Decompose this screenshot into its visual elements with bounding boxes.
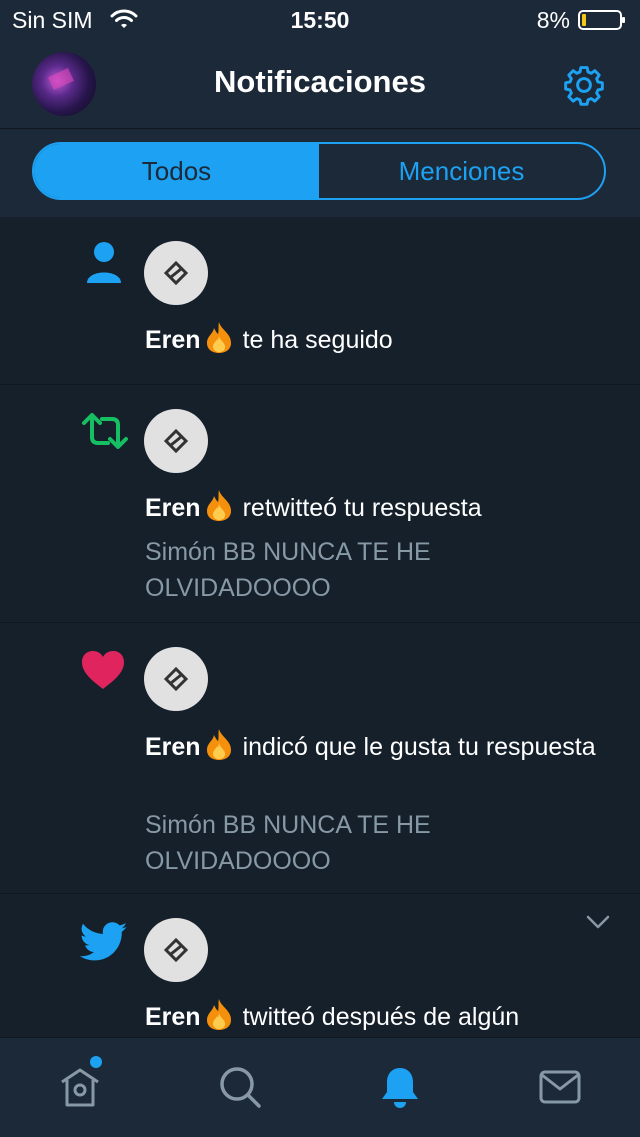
user-name[interactable]: Eren [145, 733, 201, 761]
bottom-tab-bar [0, 1037, 640, 1137]
user-avatar[interactable] [144, 409, 208, 473]
person-icon [87, 242, 121, 283]
notification-follow[interactable]: Eren te ha seguido [0, 217, 640, 385]
notification-text: Eren indicó que le gusta tu respuesta [145, 727, 615, 765]
fire-emoji [206, 729, 231, 760]
tab-todos[interactable]: Todos [34, 144, 319, 198]
fire-emoji [206, 999, 231, 1030]
page-title: Notificaciones [214, 64, 426, 99]
user-name[interactable]: Eren [145, 494, 201, 522]
user-avatar-logo-icon [163, 937, 189, 963]
fire-emoji [206, 322, 231, 353]
search-icon[interactable] [217, 1064, 263, 1110]
heart-icon [82, 651, 124, 689]
user-avatar-logo-icon [163, 260, 189, 286]
status-bar: Sin SIM 15:50 8% [0, 0, 640, 40]
new-tweets-dot [90, 1056, 102, 1068]
bird-icon [80, 922, 128, 961]
notification-action: retwitteó tu respuesta [242, 494, 482, 522]
notification-text: Eren te ha seguido [145, 320, 615, 358]
user-avatar-logo-icon [163, 666, 189, 692]
notification-like[interactable]: Eren indicó que le gusta tu respuesta Sim… [0, 623, 640, 894]
settings-gear-icon[interactable] [562, 63, 606, 107]
notification-text: Eren retwitteó tu respuesta [145, 488, 615, 526]
quoted-reply: Simón BB NUNCA TE HE OLVIDADOOOO [145, 811, 431, 875]
battery-icon [578, 10, 625, 30]
home-icon[interactable] [57, 1064, 103, 1110]
user-avatar[interactable] [144, 241, 208, 305]
mail-icon[interactable] [537, 1064, 583, 1110]
notification-action: te ha seguido [242, 326, 393, 354]
header: Notificaciones [0, 40, 640, 129]
fire-emoji [206, 490, 231, 521]
notification-text: Eren twitteó después de algún [145, 997, 615, 1035]
chevron-down-icon[interactable] [586, 914, 610, 930]
retweet-icon [82, 413, 128, 449]
user-name[interactable]: Eren [145, 1003, 201, 1031]
user-name[interactable]: Eren [145, 326, 201, 354]
notification-action: indicó que le gusta tu respuesta [242, 733, 596, 761]
bell-icon[interactable] [377, 1064, 423, 1110]
notifications-list: Eren te ha seguido Eren retwitteó tu respu… [0, 217, 640, 1037]
tab-menciones[interactable]: Menciones [319, 144, 604, 198]
user-avatar[interactable] [144, 647, 208, 711]
user-avatar[interactable] [144, 918, 208, 982]
battery-percent: 8% [536, 7, 570, 33]
notification-retweet[interactable]: Eren retwitteó tu respuesta Simón BB NUNC… [0, 385, 640, 623]
notification-filter: Todos Menciones [32, 142, 606, 200]
notification-tweet[interactable]: Eren twitteó después de algún [0, 894, 640, 1037]
quoted-reply: Simón BB NUNCA TE HE OLVIDADOOOO [145, 538, 431, 602]
notification-action: twitteó después de algún [242, 1003, 520, 1031]
user-avatar-logo-icon [163, 428, 189, 454]
